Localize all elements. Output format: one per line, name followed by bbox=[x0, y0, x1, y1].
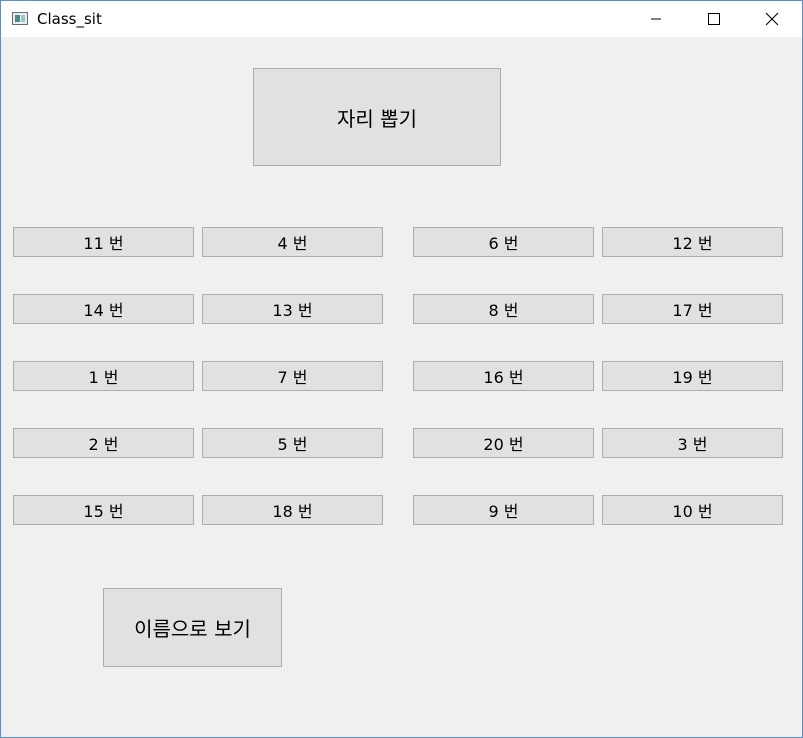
window-title: Class_sit bbox=[37, 10, 102, 28]
seat-button-r5c2[interactable]: 18 번 bbox=[202, 495, 383, 525]
seat-button-r1c1[interactable]: 11 번 bbox=[13, 227, 194, 257]
app-window: Class_sit 자리 뽑기 11 번 4 번 6 번 12 번 14 번 1… bbox=[0, 0, 803, 738]
seat-button-r1c3[interactable]: 6 번 bbox=[413, 227, 594, 257]
seat-button-r1c2[interactable]: 4 번 bbox=[202, 227, 383, 257]
minimize-button[interactable] bbox=[627, 1, 685, 37]
maximize-button[interactable] bbox=[685, 1, 743, 37]
seat-button-r1c4[interactable]: 12 번 bbox=[602, 227, 783, 257]
seat-button-r2c1[interactable]: 14 번 bbox=[13, 294, 194, 324]
seat-button-r3c1[interactable]: 1 번 bbox=[13, 361, 194, 391]
seat-button-r3c2[interactable]: 7 번 bbox=[202, 361, 383, 391]
view-by-name-button[interactable]: 이름으로 보기 bbox=[103, 588, 282, 667]
draw-seats-button[interactable]: 자리 뽑기 bbox=[253, 68, 501, 166]
app-icon bbox=[12, 12, 28, 25]
close-icon bbox=[765, 12, 779, 26]
close-button[interactable] bbox=[743, 1, 801, 37]
seat-button-r2c2[interactable]: 13 번 bbox=[202, 294, 383, 324]
seat-button-r3c4[interactable]: 19 번 bbox=[602, 361, 783, 391]
seat-button-r2c3[interactable]: 8 번 bbox=[413, 294, 594, 324]
seat-button-r3c3[interactable]: 16 번 bbox=[413, 361, 594, 391]
minimize-icon bbox=[651, 18, 661, 20]
title-bar[interactable]: Class_sit bbox=[1, 1, 802, 37]
seat-button-r4c4[interactable]: 3 번 bbox=[602, 428, 783, 458]
seat-button-r4c2[interactable]: 5 번 bbox=[202, 428, 383, 458]
seat-button-r4c1[interactable]: 2 번 bbox=[13, 428, 194, 458]
seat-button-r5c1[interactable]: 15 번 bbox=[13, 495, 194, 525]
seat-button-r5c4[interactable]: 10 번 bbox=[602, 495, 783, 525]
client-area: 자리 뽑기 11 번 4 번 6 번 12 번 14 번 13 번 8 번 17… bbox=[1, 37, 802, 737]
maximize-icon bbox=[708, 13, 720, 25]
seat-button-r5c3[interactable]: 9 번 bbox=[413, 495, 594, 525]
seat-button-r4c3[interactable]: 20 번 bbox=[413, 428, 594, 458]
seat-button-r2c4[interactable]: 17 번 bbox=[602, 294, 783, 324]
